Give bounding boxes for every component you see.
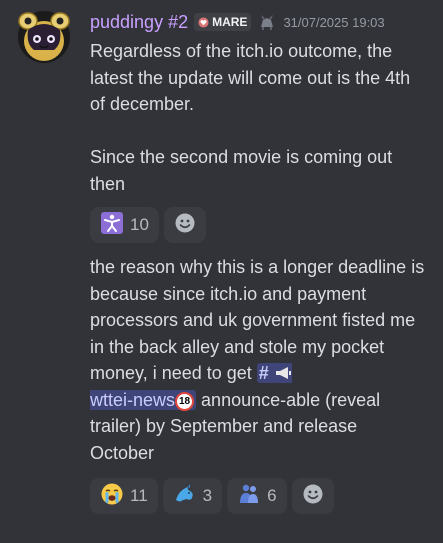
stick-figure-dance-icon <box>100 211 124 240</box>
message-header: puddingy #2 MARE 31/07/2025 19:03 <box>90 10 385 34</box>
hugging-figures-icon <box>237 482 261 511</box>
dolphin-icon <box>173 482 197 511</box>
reaction-count: 6 <box>267 486 277 505</box>
timestamp: 31/07/2025 19:03 <box>283 14 385 30</box>
message-content-2: the reason why this is a longer deadline… <box>90 254 425 466</box>
username[interactable]: puddingy #2 <box>90 12 188 33</box>
smiley-icon <box>174 212 196 239</box>
smiley-icon <box>302 483 324 510</box>
reaction-count: 10 <box>130 215 149 234</box>
loudly-crying-face-icon <box>100 482 124 511</box>
reaction[interactable]: 10 <box>90 207 159 243</box>
hash-icon: # <box>258 363 274 383</box>
message-text: the reason why this is a longer deadline… <box>90 254 425 466</box>
reaction[interactable]: 11 <box>90 478 158 514</box>
reaction[interactable]: 6 <box>227 478 287 514</box>
reactions-bar: 11 3 6 <box>90 478 334 514</box>
message-content-1: Regardless of the itch.io outcome, the l… <box>90 38 425 197</box>
reaction-count: 3 <box>202 486 213 505</box>
message-text: Regardless of the itch.io outcome, the l… <box>90 41 411 114</box>
reactions-bar: 10 <box>90 207 206 243</box>
channel-name: wttei-news <box>90 389 176 410</box>
age-restricted-badge: 18 <box>175 391 195 411</box>
reaction-count: 11 <box>130 486 148 505</box>
message-text: Since the second movie is coming out the… <box>90 147 393 194</box>
guild-tag[interactable]: MARE <box>194 13 252 31</box>
reaction[interactable]: 3 <box>162 478 223 514</box>
heart-badge-icon <box>198 16 209 28</box>
pony-figure-icon <box>257 12 277 32</box>
avatar[interactable] <box>16 8 72 64</box>
megaphone-icon <box>274 363 292 383</box>
add-reaction-button[interactable] <box>163 207 206 243</box>
add-reaction-button[interactable] <box>291 478 334 514</box>
guild-tag-label: MARE <box>212 15 248 29</box>
